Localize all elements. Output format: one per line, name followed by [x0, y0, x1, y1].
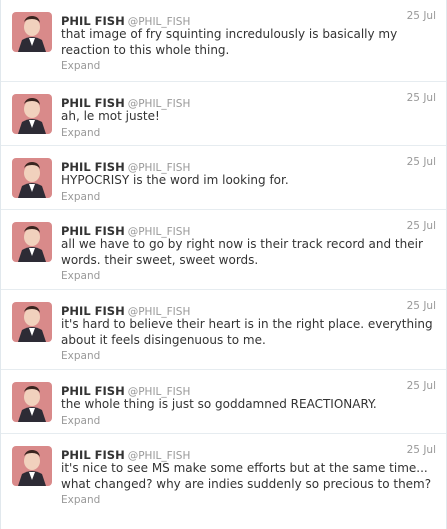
tweet-time[interactable]: 25 Jul	[407, 156, 436, 168]
expand-link[interactable]: Expand	[61, 493, 436, 507]
author-name[interactable]: PHIL FISH	[61, 224, 125, 238]
author-handle[interactable]: @PHIL_FISH	[128, 162, 191, 174]
user-avatar-icon[interactable]	[12, 158, 52, 198]
author-handle[interactable]: @PHIL_FISH	[128, 386, 191, 398]
tweet-content: PHIL FISH @PHIL_FISH 25 Jul that image of…	[61, 10, 436, 73]
user-avatar-icon[interactable]	[12, 302, 52, 342]
user-avatar-icon[interactable]	[12, 446, 52, 486]
tweet-header: PHIL FISH @PHIL_FISH 25 Jul	[61, 10, 436, 28]
tweet-header: PHIL FISH @PHIL_FISH 25 Jul	[61, 92, 436, 110]
tweet-time[interactable]: 25 Jul	[407, 220, 436, 232]
tweet-content: PHIL FISH @PHIL_FISH 25 Jul ah, le mot ju…	[61, 92, 436, 140]
tweet-item[interactable]: PHIL FISH @PHIL_FISH 25 Jul it's nice to …	[1, 434, 446, 529]
tweet-content: PHIL FISH @PHIL_FISH 25 Jul HYPOCRISY is …	[61, 156, 436, 204]
tweet-time[interactable]: 25 Jul	[407, 444, 436, 456]
expand-link[interactable]: Expand	[61, 126, 436, 140]
expand-link[interactable]: Expand	[61, 269, 436, 283]
tweet-text: it's hard to believe their heart is in t…	[61, 317, 433, 347]
tweet-header: PHIL FISH @PHIL_FISH 25 Jul	[61, 380, 436, 398]
tweet-time[interactable]: 25 Jul	[407, 10, 436, 22]
author-name[interactable]: PHIL FISH	[61, 160, 125, 174]
tweet-header: PHIL FISH @PHIL_FISH 25 Jul	[61, 156, 436, 174]
tweet-text: ah, le mot juste!	[61, 109, 160, 123]
tweet-time[interactable]: 25 Jul	[407, 380, 436, 392]
expand-link[interactable]: Expand	[61, 190, 436, 204]
user-avatar-icon[interactable]	[12, 94, 52, 134]
tweet-time[interactable]: 25 Jul	[407, 300, 436, 312]
tweet-content: PHIL FISH @PHIL_FISH 25 Jul it's hard to …	[61, 300, 436, 363]
user-avatar-icon[interactable]	[12, 12, 52, 52]
author-name[interactable]: PHIL FISH	[61, 384, 125, 398]
tweet-content: PHIL FISH @PHIL_FISH 25 Jul it's nice to …	[61, 444, 436, 507]
tweet-content: PHIL FISH @PHIL_FISH 25 Jul the whole thi…	[61, 380, 436, 428]
author-handle[interactable]: @PHIL_FISH	[128, 306, 191, 318]
tweet-text: all we have to go by right now is their …	[61, 237, 423, 267]
author-name[interactable]: PHIL FISH	[61, 448, 125, 462]
tweet-content: PHIL FISH @PHIL_FISH 25 Jul all we have t…	[61, 220, 436, 283]
tweet-time[interactable]: 25 Jul	[407, 92, 436, 104]
expand-link[interactable]: Expand	[61, 349, 436, 363]
expand-link[interactable]: Expand	[61, 414, 436, 428]
tweet-header: PHIL FISH @PHIL_FISH 25 Jul	[61, 444, 436, 462]
author-name[interactable]: PHIL FISH	[61, 304, 125, 318]
author-handle[interactable]: @PHIL_FISH	[128, 226, 191, 238]
tweet-text: it's nice to see MS make some efforts bu…	[61, 461, 432, 491]
tweet-item[interactable]: PHIL FISH @PHIL_FISH 25 Jul the whole thi…	[1, 370, 446, 434]
tweet-timeline: PHIL FISH @PHIL_FISH 25 Jul that image of…	[0, 0, 447, 529]
expand-link[interactable]: Expand	[61, 59, 436, 73]
author-handle[interactable]: @PHIL_FISH	[128, 98, 191, 110]
user-avatar-icon[interactable]	[12, 222, 52, 262]
author-name[interactable]: PHIL FISH	[61, 96, 125, 110]
tweet-item[interactable]: PHIL FISH @PHIL_FISH 25 Jul ah, le mot ju…	[1, 82, 446, 146]
tweet-item[interactable]: PHIL FISH @PHIL_FISH 25 Jul that image of…	[1, 0, 446, 82]
tweet-item[interactable]: PHIL FISH @PHIL_FISH 25 Jul it's hard to …	[1, 290, 446, 370]
tweet-text: that image of fry squinting incredulousl…	[61, 27, 398, 57]
tweet-header: PHIL FISH @PHIL_FISH 25 Jul	[61, 300, 436, 318]
tweet-item[interactable]: PHIL FISH @PHIL_FISH 25 Jul all we have t…	[1, 210, 446, 290]
tweet-text: the whole thing is just so goddamned REA…	[61, 397, 377, 411]
author-handle[interactable]: @PHIL_FISH	[128, 16, 191, 28]
user-avatar-icon[interactable]	[12, 382, 52, 422]
author-name[interactable]: PHIL FISH	[61, 14, 125, 28]
author-handle[interactable]: @PHIL_FISH	[128, 450, 191, 462]
tweet-item[interactable]: PHIL FISH @PHIL_FISH 25 Jul HYPOCRISY is …	[1, 146, 446, 210]
tweet-text: HYPOCRISY is the word im looking for.	[61, 173, 289, 187]
tweet-header: PHIL FISH @PHIL_FISH 25 Jul	[61, 220, 436, 238]
